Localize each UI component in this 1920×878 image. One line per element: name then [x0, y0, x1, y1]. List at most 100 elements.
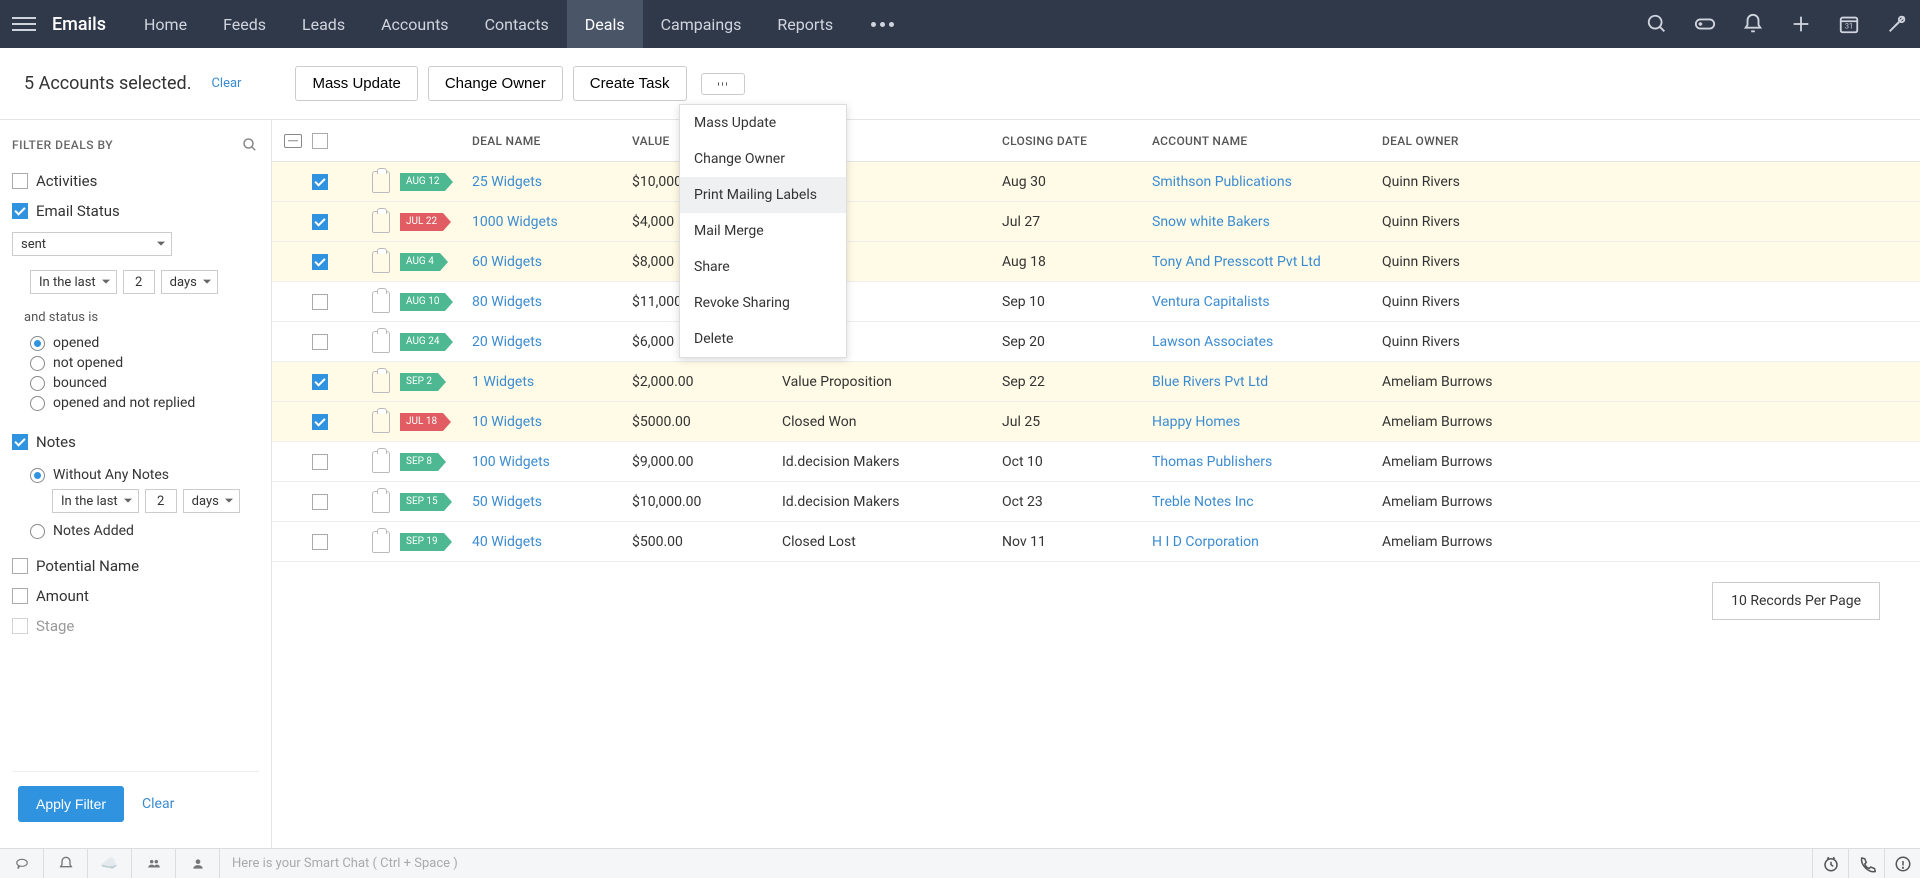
radio-bounced[interactable] [30, 376, 45, 391]
table-row[interactable]: SEP 15 50 Widgets $10,000.00 Id.decision… [272, 482, 1920, 522]
deal-link[interactable]: 25 Widgets [472, 174, 542, 190]
menu-mass-update[interactable]: Mass Update [680, 105, 846, 141]
nav-campaings[interactable]: Campaings [643, 0, 760, 48]
account-link[interactable]: Thomas Publishers [1152, 454, 1272, 470]
deal-link[interactable]: 40 Widgets [472, 534, 542, 550]
deal-link[interactable]: 80 Widgets [472, 294, 542, 310]
bell-icon[interactable] [1742, 13, 1764, 35]
account-link[interactable]: H I D Corporation [1152, 534, 1259, 550]
th-account[interactable]: ACCOUNT NAME [1152, 134, 1382, 148]
row-checkbox[interactable] [312, 174, 328, 190]
row-checkbox[interactable] [312, 254, 328, 270]
account-link[interactable]: Blue Rivers Pvt Ltd [1152, 374, 1268, 390]
row-checkbox[interactable] [312, 334, 328, 350]
account-link[interactable]: Treble Notes Inc [1152, 494, 1254, 510]
nav-home[interactable]: Home [126, 0, 205, 48]
menu-revoke-sharing[interactable]: Revoke Sharing [680, 285, 846, 321]
mass-update-button[interactable]: Mass Update [295, 66, 417, 101]
deal-link[interactable]: 100 Widgets [472, 454, 550, 470]
table-row[interactable]: SEP 19 40 Widgets $500.00 Closed Lost No… [272, 522, 1920, 562]
menu-delete[interactable]: Delete [680, 321, 846, 357]
select-all-checkbox[interactable] [312, 133, 328, 149]
search-icon[interactable] [1646, 13, 1668, 35]
nav-feeds[interactable]: Feeds [205, 0, 284, 48]
table-row[interactable]: JUL 18 10 Widgets $5000.00 Closed Won Ju… [272, 402, 1920, 442]
filter-stage-checkbox[interactable] [12, 618, 28, 634]
menu-share[interactable]: Share [680, 249, 846, 285]
filter-emailstatus-checkbox[interactable] [12, 203, 28, 219]
account-link[interactable]: Snow white Bakers [1152, 214, 1270, 230]
hamburger-icon[interactable] [12, 12, 36, 36]
nav-leads[interactable]: Leads [284, 0, 363, 48]
pager-select[interactable]: 10 Records Per Page [1712, 582, 1880, 620]
radio-Without-Any-Notes[interactable] [30, 468, 45, 483]
bb-user-icon[interactable] [176, 849, 220, 878]
change-owner-button[interactable]: Change Owner [428, 66, 563, 101]
calendar-icon[interactable]: 31 [1838, 13, 1860, 35]
bb-chat-icon[interactable] [0, 849, 44, 878]
bb-phone-icon[interactable] [1848, 849, 1884, 878]
gamepad-icon[interactable] [1694, 13, 1716, 35]
table-row[interactable]: AUG 24 20 Widgets $6,000 alysis Sep 20 L… [272, 322, 1920, 362]
timerange-unit-select[interactable]: days [161, 270, 218, 294]
filter-amount-checkbox[interactable] [12, 588, 28, 604]
column-config-icon[interactable] [284, 134, 302, 148]
notes-range-select[interactable]: In the last [52, 489, 139, 513]
account-link[interactable]: Ventura Capitalists [1152, 294, 1270, 310]
radio-Notes-Added[interactable] [30, 524, 45, 539]
row-checkbox[interactable] [312, 454, 328, 470]
account-link[interactable]: Happy Homes [1152, 414, 1240, 430]
filter-search-icon[interactable] [241, 136, 259, 154]
row-checkbox[interactable] [312, 414, 328, 430]
clear-selection-link[interactable]: Clear [211, 76, 241, 91]
tools-icon[interactable] [1886, 13, 1908, 35]
deal-link[interactable]: 50 Widgets [472, 494, 542, 510]
row-checkbox[interactable] [312, 494, 328, 510]
bb-clock-icon[interactable] [1812, 849, 1848, 878]
nav-accounts[interactable]: Accounts [363, 0, 466, 48]
menu-mail-merge[interactable]: Mail Merge [680, 213, 846, 249]
th-dealname[interactable]: DEAL NAME [472, 134, 632, 148]
clear-filter-link[interactable]: Clear [142, 796, 174, 812]
th-closing[interactable]: CLOSING DATE [1002, 134, 1152, 148]
deal-link[interactable]: 60 Widgets [472, 254, 542, 270]
deal-link[interactable]: 1 Widgets [472, 374, 534, 390]
nav-more-icon[interactable] [851, 22, 914, 27]
deal-link[interactable]: 1000 Widgets [472, 214, 558, 230]
account-link[interactable]: Tony And Presscott Pvt Ltd [1152, 254, 1321, 270]
bb-group-icon[interactable] [132, 849, 176, 878]
radio-opened[interactable] [30, 336, 45, 351]
table-row[interactable]: JUL 22 1000 Widgets $4,000 n Makers Jul … [272, 202, 1920, 242]
table-row[interactable]: AUG 4 60 Widgets $8,000 on Aug 18 Tony A… [272, 242, 1920, 282]
row-checkbox[interactable] [312, 374, 328, 390]
account-link[interactable]: Lawson Associates [1152, 334, 1273, 350]
radio-opened-and-not-replied[interactable] [30, 396, 45, 411]
table-row[interactable]: SEP 2 1 Widgets $2,000.00 Value Proposit… [272, 362, 1920, 402]
filter-activities-checkbox[interactable] [12, 173, 28, 189]
menu-print-mailing-labels[interactable]: Print Mailing Labels [680, 177, 846, 213]
table-row[interactable]: SEP 8 100 Widgets $9,000.00 Id.decision … [272, 442, 1920, 482]
more-actions-button[interactable] [701, 73, 745, 95]
menu-change-owner[interactable]: Change Owner [680, 141, 846, 177]
plus-icon[interactable] [1790, 13, 1812, 35]
th-owner[interactable]: DEAL OWNER [1382, 134, 1920, 148]
filter-notes-checkbox[interactable] [12, 434, 28, 450]
account-link[interactable]: Smithson Publications [1152, 174, 1292, 190]
status-select[interactable]: sent [12, 232, 172, 256]
nav-deals[interactable]: Deals [567, 0, 643, 48]
bb-help-icon[interactable] [1884, 849, 1920, 878]
create-task-button[interactable]: Create Task [573, 66, 687, 101]
nav-contacts[interactable]: Contacts [467, 0, 567, 48]
nav-reports[interactable]: Reports [759, 0, 851, 48]
filter-potential-checkbox[interactable] [12, 558, 28, 574]
timerange-value-input[interactable]: 2 [123, 270, 155, 294]
bb-cloud-icon[interactable]: ☁️ [88, 849, 132, 878]
row-checkbox[interactable] [312, 214, 328, 230]
smart-chat-input[interactable]: Here is your Smart Chat ( Ctrl + Space ) [220, 856, 1812, 871]
bb-bell-icon[interactable] [44, 849, 88, 878]
notes-value-input[interactable]: 2 [145, 489, 177, 513]
apply-filter-button[interactable]: Apply Filter [18, 786, 124, 822]
radio-not-opened[interactable] [30, 356, 45, 371]
notes-unit-select[interactable]: days [183, 489, 240, 513]
deal-link[interactable]: 20 Widgets [472, 334, 542, 350]
